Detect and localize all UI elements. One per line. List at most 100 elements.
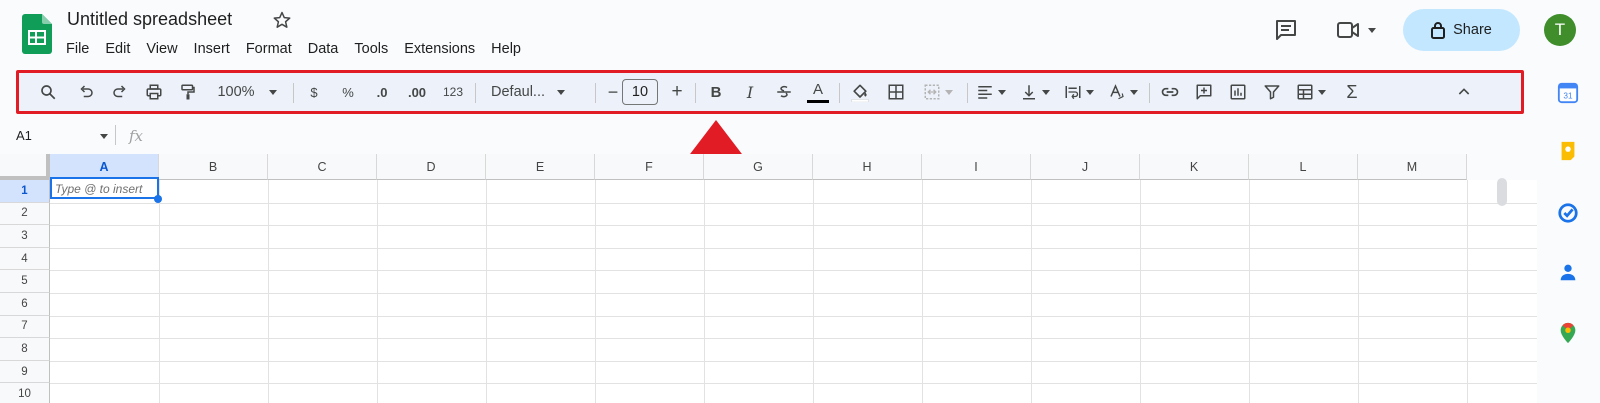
svg-text:31: 31 <box>1563 92 1573 101</box>
column-header-j[interactable]: J <box>1031 154 1140 180</box>
cell-grid[interactable] <box>50 180 1537 403</box>
redo-icon[interactable] <box>105 73 135 111</box>
plus-label: + <box>671 81 683 102</box>
insert-comment-icon[interactable] <box>1189 73 1219 111</box>
column-header-k[interactable]: K <box>1140 154 1249 180</box>
menu-data[interactable]: Data <box>300 39 347 59</box>
text-color-letter: A <box>812 80 823 98</box>
menu-file[interactable]: File <box>58 39 97 59</box>
print-icon[interactable] <box>139 73 169 111</box>
borders-icon[interactable] <box>881 73 911 111</box>
avatar[interactable]: T <box>1544 14 1576 46</box>
keep-icon[interactable] <box>1557 140 1579 167</box>
currency-format-button[interactable]: $ <box>299 73 329 111</box>
decrease-decimal-label: .0 <box>376 84 388 100</box>
undo-icon[interactable] <box>71 73 101 111</box>
document-title[interactable]: Untitled spreadsheet <box>67 9 232 30</box>
toolbar-divider <box>595 83 596 103</box>
comment-history-icon[interactable] <box>1272 16 1300 44</box>
toolbar-divider <box>293 83 294 103</box>
row-header-3[interactable]: 3 <box>0 225 50 248</box>
row-header-8[interactable]: 8 <box>0 338 50 361</box>
grid-line-horizontal <box>50 270 1537 272</box>
grid-line-vertical <box>704 180 705 403</box>
calendar-icon[interactable]: 31 <box>1557 82 1579 109</box>
formula-divider <box>115 125 116 145</box>
grid-line-vertical <box>377 180 378 403</box>
search-menus-icon[interactable] <box>33 73 63 111</box>
merge-cells-icon[interactable] <box>915 73 961 111</box>
menu-edit[interactable]: Edit <box>97 39 138 59</box>
side-panel: 31 <box>1537 64 1600 403</box>
filter-icon[interactable] <box>1257 73 1287 111</box>
percent-format-button[interactable]: % <box>333 73 363 111</box>
meet-icon[interactable] <box>1333 16 1379 44</box>
insert-link-icon[interactable] <box>1155 73 1185 111</box>
italic-button[interactable]: I <box>735 73 765 111</box>
column-header-f[interactable]: F <box>595 154 704 180</box>
increase-font-size-button[interactable]: + <box>663 73 691 111</box>
font-size-field[interactable]: 10 <box>621 73 659 111</box>
menu-view[interactable]: View <box>138 39 185 59</box>
decrease-decimal-button[interactable]: .0 <box>367 73 397 111</box>
select-all-corner[interactable] <box>0 154 50 180</box>
font-family-select[interactable]: Defaul... <box>481 73 591 111</box>
text-color-button[interactable]: A <box>803 73 833 111</box>
sheets-logo[interactable] <box>22 14 52 54</box>
chevron-down-icon <box>1318 89 1326 95</box>
column-header-m[interactable]: M <box>1358 154 1467 180</box>
menu-tools[interactable]: Tools <box>346 39 396 59</box>
menu-insert[interactable]: Insert <box>186 39 238 59</box>
grid-line-vertical <box>486 180 487 403</box>
row-header-5[interactable]: 5 <box>0 270 50 293</box>
text-rotation-icon[interactable] <box>1103 73 1143 111</box>
more-formats-button[interactable]: 123 <box>437 73 469 111</box>
column-header-c[interactable]: C <box>268 154 377 180</box>
menu-help[interactable]: Help <box>483 39 529 59</box>
tasks-icon[interactable] <box>1557 202 1579 229</box>
column-header-i[interactable]: I <box>922 154 1031 180</box>
star-icon[interactable] <box>272 10 292 30</box>
column-header-e[interactable]: E <box>486 154 595 180</box>
name-box[interactable]: A1 <box>16 128 108 143</box>
grid-line-vertical <box>1249 180 1250 403</box>
row-header-9[interactable]: 9 <box>0 360 50 384</box>
toolbar-divider <box>967 83 968 103</box>
column-header-l[interactable]: L <box>1249 154 1358 180</box>
insert-chart-icon[interactable] <box>1223 73 1253 111</box>
filter-views-icon[interactable] <box>1291 73 1331 111</box>
vertical-align-icon[interactable] <box>1015 73 1055 111</box>
column-header-h[interactable]: H <box>813 154 922 180</box>
fill-color-icon[interactable] <box>845 73 875 111</box>
collapse-toolbar-icon[interactable] <box>1449 73 1479 111</box>
share-button[interactable]: Share <box>1403 9 1520 51</box>
active-cell-a1[interactable]: Type @ to insert <box>50 177 159 199</box>
column-header-b[interactable]: B <box>159 154 268 180</box>
paint-format-icon[interactable] <box>173 73 203 111</box>
maps-icon[interactable] <box>1557 321 1579 350</box>
menu-extensions[interactable]: Extensions <box>396 39 483 59</box>
strikethrough-icon[interactable] <box>769 73 799 111</box>
row-header-10[interactable]: 10 <box>0 383 50 403</box>
menu-format[interactable]: Format <box>238 39 300 59</box>
increase-decimal-button[interactable]: .00 <box>401 73 433 111</box>
row-header-1[interactable]: 1 <box>0 180 50 203</box>
fill-handle[interactable] <box>154 195 162 203</box>
column-header-d[interactable]: D <box>377 154 486 180</box>
row-header-6[interactable]: 6 <box>0 293 50 316</box>
chevron-down-icon <box>1368 27 1376 33</box>
row-header-7[interactable]: 7 <box>0 315 50 339</box>
column-header-g[interactable]: G <box>704 154 813 180</box>
functions-button[interactable]: Σ <box>1337 73 1367 111</box>
grid-line-horizontal <box>50 315 1537 317</box>
zoom-value: 100% <box>217 84 255 100</box>
row-header-2[interactable]: 2 <box>0 202 50 226</box>
contacts-icon[interactable] <box>1557 261 1579 288</box>
bold-button[interactable]: B <box>701 73 731 111</box>
horizontal-align-icon[interactable] <box>971 73 1011 111</box>
row-header-4[interactable]: 4 <box>0 247 50 271</box>
zoom-select[interactable]: 100% <box>209 73 285 111</box>
vertical-scrollbar[interactable] <box>1497 178 1507 206</box>
text-wrapping-icon[interactable] <box>1059 73 1099 111</box>
toolbar-divider <box>475 83 476 103</box>
